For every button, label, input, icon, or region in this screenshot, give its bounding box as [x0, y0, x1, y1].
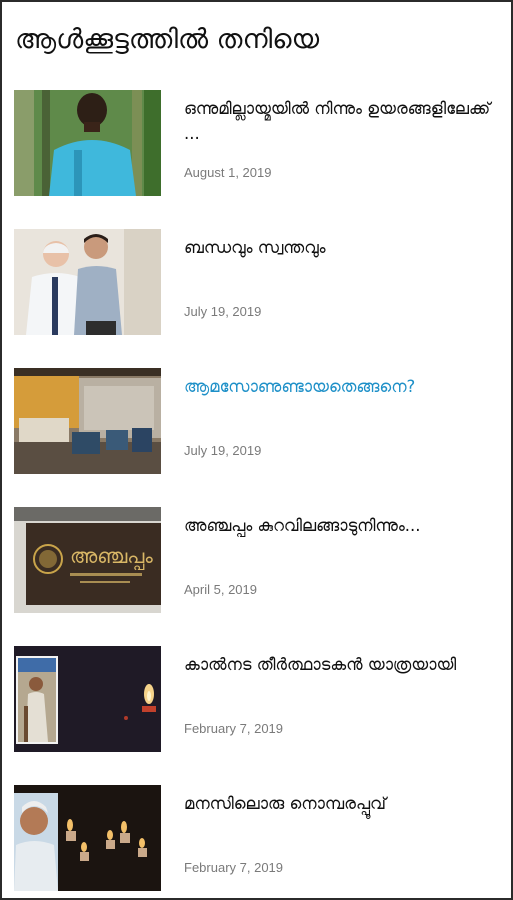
- post-date: July 19, 2019: [184, 443, 262, 458]
- two-men-talking-image: [14, 229, 161, 335]
- post-thumbnail[interactable]: [14, 229, 161, 335]
- page-title: ആൾക്കൂട്ടത്തിൽ തനിയെ: [15, 24, 320, 55]
- post-headline-link[interactable]: അഞ്ചപ്പം കുറവിലങ്ങാടുനിന്നും...: [184, 513, 499, 538]
- post-headline-link[interactable]: മനസിലൊരു നൊമ്പരപ്പൂവ്: [184, 791, 499, 816]
- screen-frame: ആൾക്കൂട്ടത്തിൽ തനിയെ ഒന്നുമില്ലായ്മയിൽ ന…: [0, 0, 513, 900]
- post-headline-link[interactable]: ആമസോണുണ്ടായതെങ്ങനെ?: [184, 374, 499, 399]
- list-item: ഒന്നുമില്ലായ്മയിൽ നിന്നും ഉയരങ്ങളിലേക്ക്…: [14, 90, 504, 198]
- portrait-with-candles-image: [14, 785, 161, 891]
- list-item: മനസിലൊരു നൊമ്പരപ്പൂവ് February 7, 2019: [14, 785, 504, 893]
- post-headline-link[interactable]: ഒന്നുമില്ലായ്മയിൽ നിന്നും ഉയരങ്ങളിലേക്ക്…: [184, 96, 499, 146]
- svg-text:അഞ്ചപ്പം: അഞ്ചപ്പം: [70, 544, 153, 571]
- list-item: കാൽനട തീർത്ഥാടകൻ യാത്രയായി February 7, 2…: [14, 646, 504, 754]
- post-date: February 7, 2019: [184, 860, 284, 875]
- post-thumbnail[interactable]: [14, 646, 161, 752]
- post-date: April 5, 2019: [184, 582, 257, 597]
- office-lobby-image: [14, 368, 161, 474]
- list-item: ആമസോണുണ്ടായതെങ്ങനെ? July 19, 2019: [14, 368, 504, 476]
- post-date: August 1, 2019: [184, 165, 272, 180]
- post-date: July 19, 2019: [184, 304, 262, 319]
- list-item: ബന്ധവും സ്വന്തവും July 19, 2019: [14, 229, 504, 337]
- list-item: അഞ്ചപ്പം അഞ്ചപ്പം കുറവിലങ്ങാടുനിന്നും...…: [14, 507, 504, 615]
- post-thumbnail[interactable]: [14, 90, 161, 196]
- signboard-image: അഞ്ചപ്പം: [14, 507, 161, 613]
- pilgrim-and-candle-image: [14, 646, 161, 752]
- post-date: February 7, 2019: [184, 721, 284, 736]
- post-thumbnail[interactable]: [14, 785, 161, 891]
- post-thumbnail[interactable]: അഞ്ചപ്പം: [14, 507, 161, 613]
- man-in-blue-shirt-image: [14, 90, 161, 196]
- post-headline-link[interactable]: ബന്ധവും സ്വന്തവും: [184, 235, 499, 260]
- post-headline-link[interactable]: കാൽനട തീർത്ഥാടകൻ യാത്രയായി: [184, 652, 499, 677]
- post-thumbnail[interactable]: [14, 368, 161, 474]
